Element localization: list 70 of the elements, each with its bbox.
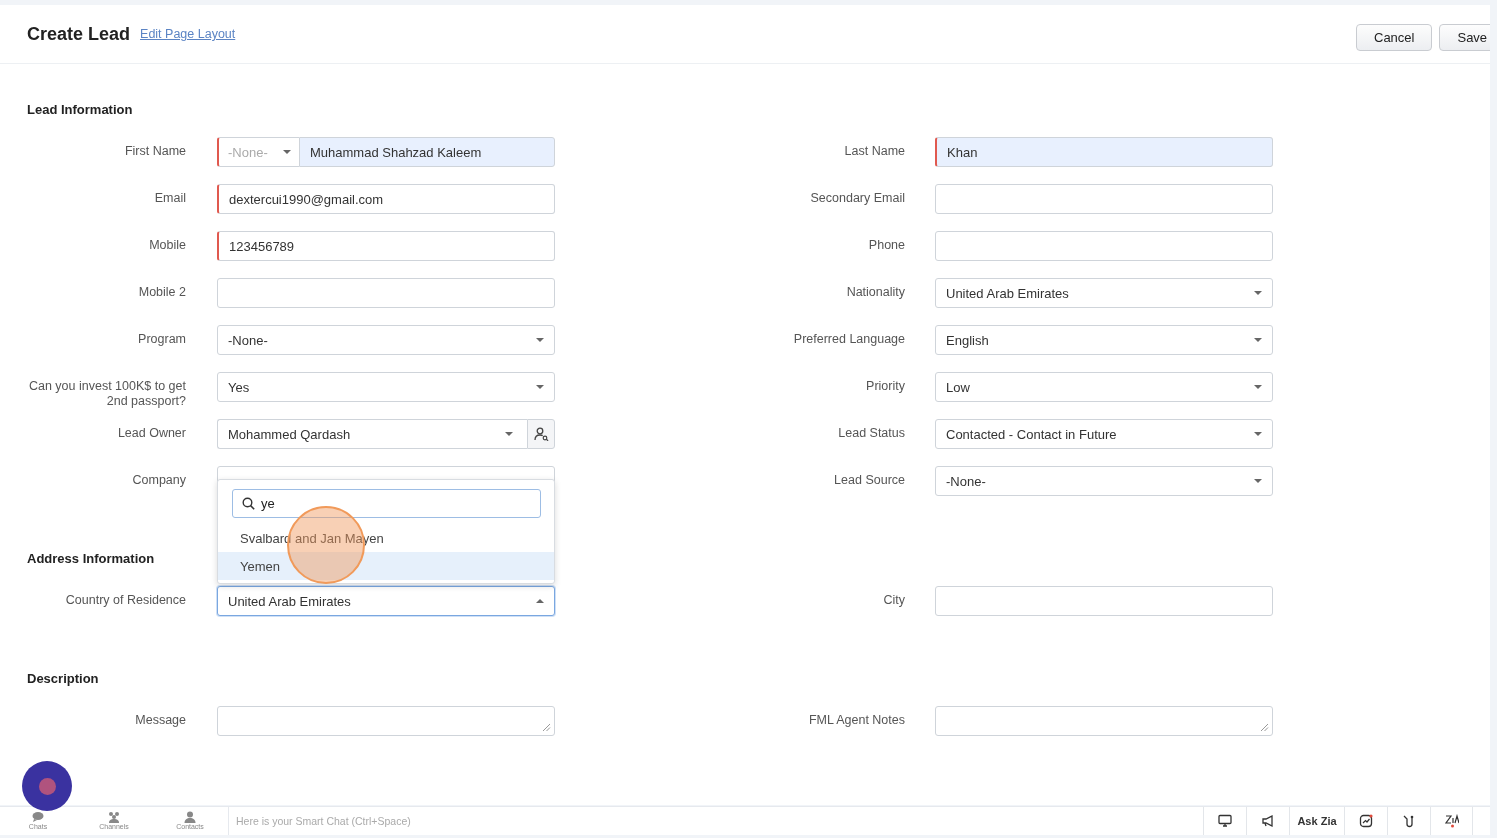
monitor-icon: [1218, 814, 1232, 828]
zia-button[interactable]: [1430, 807, 1473, 835]
field-label: Phone: [867, 237, 905, 253]
zia-icon: [1444, 814, 1459, 828]
field-label: Lead Source: [833, 472, 905, 488]
hook-icon: [1402, 814, 1416, 828]
select-field[interactable]: English: [935, 325, 1273, 355]
select-field[interactable]: Yes: [217, 372, 555, 402]
field-label: Program: [137, 331, 186, 347]
caret-down-icon: [1254, 385, 1262, 389]
field-label: Country of Residence: [64, 592, 186, 608]
group-icon: [107, 811, 121, 823]
caret-down-icon: [1254, 338, 1262, 342]
text-field[interactable]: [935, 231, 1273, 261]
field-label: Secondary Email: [809, 190, 905, 206]
field-label: Mobile 2: [137, 284, 186, 300]
select-field[interactable]: Contacted - Contact in Future: [935, 419, 1273, 449]
field-label: Mobile: [148, 237, 186, 253]
resize-grip-icon: [1260, 723, 1269, 732]
edit-layout-link[interactable]: Edit Page Layout: [140, 27, 236, 41]
field-label: Email: [153, 190, 186, 206]
page-title: Create Lead: [27, 23, 131, 45]
search-icon: [242, 497, 255, 510]
caret-down-icon: [1254, 291, 1262, 295]
caret-down-icon: [1254, 432, 1262, 436]
text-field[interactable]: Muhammad Shahzad Kaleem: [299, 137, 555, 167]
select-field[interactable]: -None-: [217, 325, 555, 355]
text-field[interactable]: dextercui1990@gmail.com: [217, 184, 555, 214]
search-field[interactable]: ye: [232, 489, 541, 518]
text-field[interactable]: [935, 184, 1273, 214]
caret-down-icon: [536, 338, 544, 342]
chat-bubble-icon: [31, 811, 45, 823]
person-icon: [183, 811, 197, 823]
text-field[interactable]: [217, 278, 555, 308]
select-field[interactable]: United Arab Emirates: [935, 278, 1273, 308]
caret-down-icon: [1254, 479, 1262, 483]
text-field[interactable]: 123456789: [217, 231, 555, 261]
save-button[interactable]: Save: [1439, 24, 1490, 51]
dropdown-option[interactable]: Yemen: [218, 552, 554, 580]
field-label: FML Agent Notes: [807, 712, 905, 728]
user-search-button[interactable]: [527, 419, 555, 449]
field-label: Last Name: [843, 143, 905, 159]
text-field[interactable]: [935, 586, 1273, 616]
field-label: Lead Owner: [116, 425, 186, 441]
megaphone-icon: [1261, 814, 1275, 828]
lookup-field[interactable]: Mohammed Qardash: [217, 419, 527, 449]
field-label: Lead Status: [837, 425, 905, 441]
caret-up-icon: [536, 599, 544, 603]
field-label: First Name: [123, 143, 186, 159]
text-field[interactable]: Khan: [935, 137, 1273, 167]
field-label: City: [882, 592, 905, 608]
select-field[interactable]: United Arab Emirates: [217, 586, 555, 616]
select-field[interactable]: -None-: [935, 466, 1273, 496]
caret-down-icon: [283, 150, 291, 154]
caret-down-icon: [505, 432, 513, 436]
field-label: Priority: [865, 378, 905, 394]
field-label: Preferred Language: [792, 331, 905, 347]
field-label: Message: [134, 712, 186, 728]
section-title: Lead Information: [27, 102, 134, 117]
chart-icon: [1359, 814, 1373, 828]
resize-grip-icon: [542, 723, 551, 732]
user-search-icon: [533, 427, 549, 441]
field-label: Company: [131, 472, 186, 488]
select-field[interactable]: Low: [935, 372, 1273, 402]
section-title: Address Information: [27, 551, 156, 566]
cancel-button[interactable]: Cancel: [1356, 24, 1433, 51]
field-label: Nationality: [845, 284, 905, 300]
section-title: Description: [27, 671, 100, 686]
field-label: Can you invest 100K$ to get 2nd passport?: [27, 378, 186, 409]
caret-down-icon: [536, 385, 544, 389]
